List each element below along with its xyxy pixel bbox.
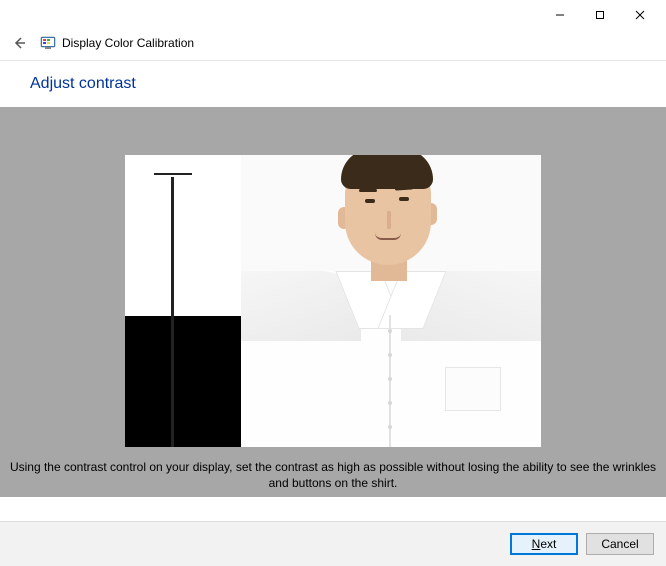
app-icon	[40, 35, 56, 51]
cancel-button-label: Cancel	[601, 537, 638, 551]
close-button[interactable]	[620, 3, 660, 27]
wizard-footer: Next Cancel	[0, 521, 666, 566]
maximize-button[interactable]	[580, 3, 620, 27]
next-button-rest: ext	[540, 537, 556, 551]
next-button-mnemonic: N	[532, 537, 541, 551]
contrast-sample-image	[125, 155, 541, 447]
instruction-text: Using the contrast control on your displ…	[0, 459, 666, 491]
cancel-button[interactable]: Cancel	[586, 533, 654, 555]
page-heading: Adjust contrast	[0, 61, 666, 107]
window-title: Display Color Calibration	[62, 36, 194, 50]
minimize-button[interactable]	[540, 3, 580, 27]
back-button[interactable]	[10, 34, 28, 52]
window-titlebar	[0, 0, 666, 30]
content-area: Using the contrast control on your displ…	[0, 107, 666, 497]
next-button[interactable]: Next	[510, 533, 578, 555]
header-bar: Display Color Calibration	[0, 30, 666, 61]
